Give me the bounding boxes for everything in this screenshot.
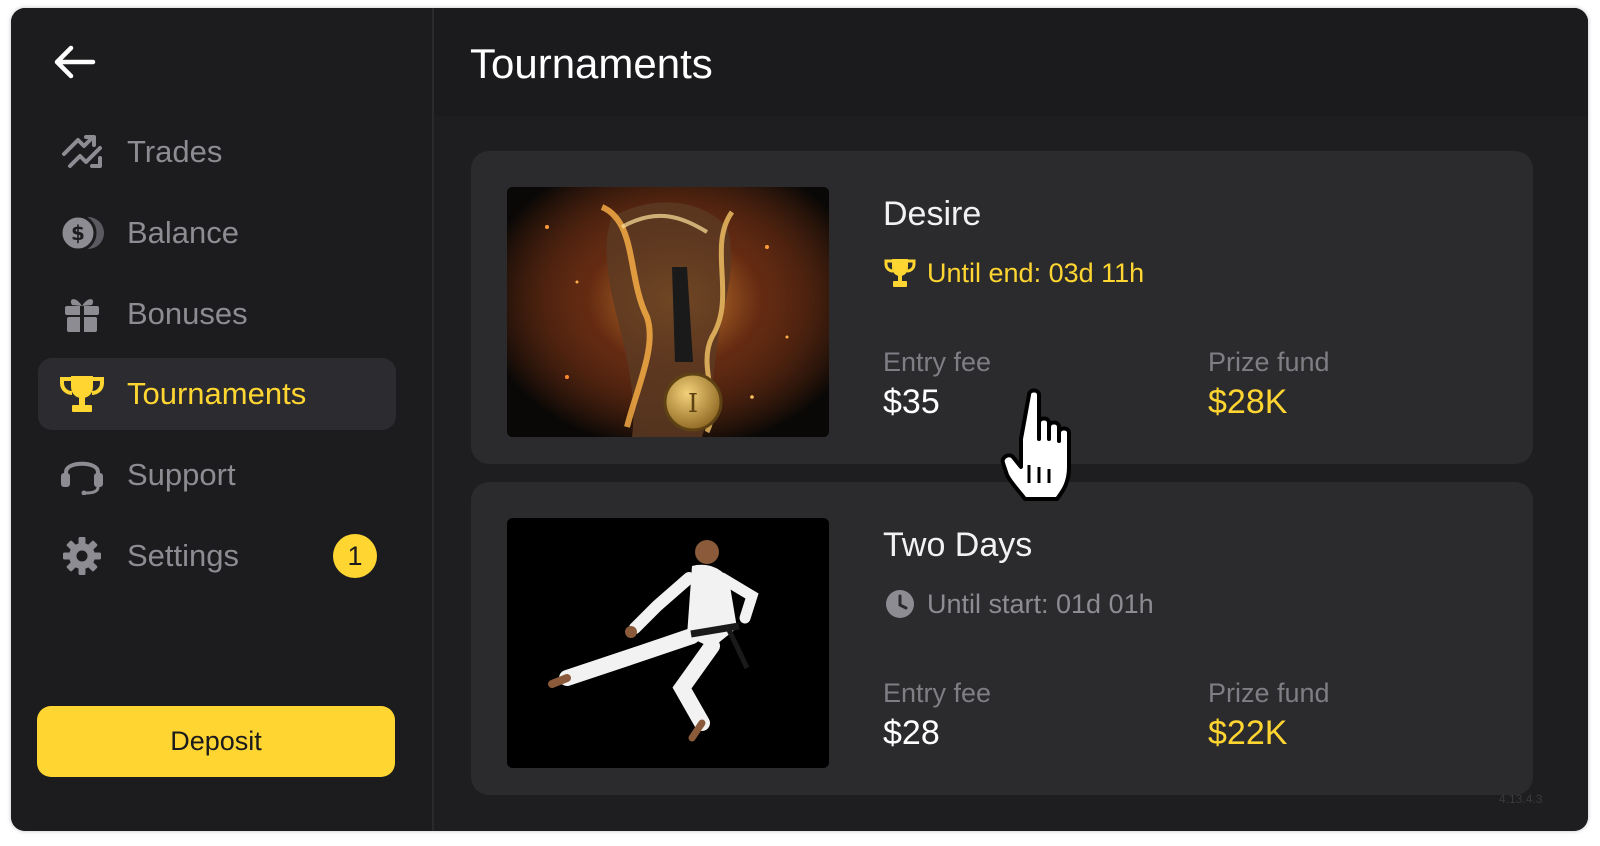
page-title: Tournaments — [470, 40, 713, 87]
tournament-card[interactable]: Two Days Until start: 01d 01h Entry fee … — [471, 482, 1533, 795]
sidebar-item-support[interactable]: Support — [38, 439, 396, 511]
sidebar-item-bonuses[interactable]: Bonuses — [38, 278, 396, 350]
tournament-card[interactable]: I Desire Until end: 03d 11h Entry fee $3… — [471, 151, 1533, 464]
gear-icon — [63, 537, 101, 575]
tournament-status: Until end: 03d 11h — [883, 257, 1144, 289]
trophy-icon — [60, 376, 104, 412]
app-window: Trades $ Balance Bonuses Tournaments Sup… — [11, 8, 1588, 831]
sidebar: Trades $ Balance Bonuses Tournaments Sup… — [11, 8, 432, 831]
sidebar-item-label: Support — [127, 457, 236, 492]
notification-badge: 1 — [333, 534, 377, 578]
headset-icon — [61, 461, 103, 495]
main-content: Tournaments I Desire Until end: 03d 11h … — [434, 8, 1588, 831]
tournament-name: Two Days — [883, 526, 1033, 564]
sidebar-item-balance[interactable]: $ Balance — [38, 197, 396, 269]
martial-artist-kick-image — [507, 518, 829, 768]
svg-text:$: $ — [71, 221, 85, 245]
page-header: Tournaments — [434, 8, 1588, 116]
version-label: 4.13.4.3 — [1499, 792, 1543, 806]
gift-icon — [65, 299, 99, 332]
tournament-status: Until start: 01d 01h — [883, 588, 1154, 620]
sidebar-item-tournaments[interactable]: Tournaments — [38, 358, 396, 430]
coins-dollar-icon: $ — [59, 214, 104, 252]
trades-arrows-icon — [62, 135, 102, 168]
prize-fund-value: $22K — [1208, 714, 1288, 752]
prize-fund-label: Prize fund — [1208, 678, 1330, 708]
entry-fee-value: $35 — [883, 383, 940, 421]
prize-fund-value: $28K — [1208, 383, 1288, 421]
sidebar-item-label: Trades — [127, 134, 223, 169]
clock-icon — [886, 590, 914, 618]
sidebar-item-trades[interactable]: Trades — [38, 116, 396, 188]
entry-fee-value: $28 — [883, 714, 940, 752]
tournament-name: Desire — [883, 195, 982, 233]
status-text: Until start: 01d 01h — [927, 588, 1154, 619]
deposit-button[interactable]: Deposit — [37, 706, 395, 777]
status-text: Until end: 03d 11h — [927, 257, 1145, 288]
trophy-icon — [884, 259, 916, 287]
sidebar-item-label: Bonuses — [127, 296, 248, 331]
tournament-image: I — [507, 187, 829, 437]
entry-fee-label: Entry fee — [883, 678, 992, 708]
sidebar-item-label: Settings — [127, 538, 240, 573]
sidebar-item-label: Tournaments — [127, 376, 307, 411]
back-button[interactable] — [49, 38, 101, 86]
flaming-fist-with-medal-image: I — [507, 187, 829, 437]
prize-fund-label: Prize fund — [1208, 347, 1330, 377]
sidebar-item-label: Balance — [127, 215, 240, 250]
arrow-left-icon — [54, 45, 96, 79]
entry-fee-label: Entry fee — [883, 347, 992, 377]
tournament-image — [507, 518, 829, 768]
sidebar-item-settings[interactable]: Settings 1 — [38, 520, 396, 592]
svg-text:I: I — [688, 389, 698, 419]
